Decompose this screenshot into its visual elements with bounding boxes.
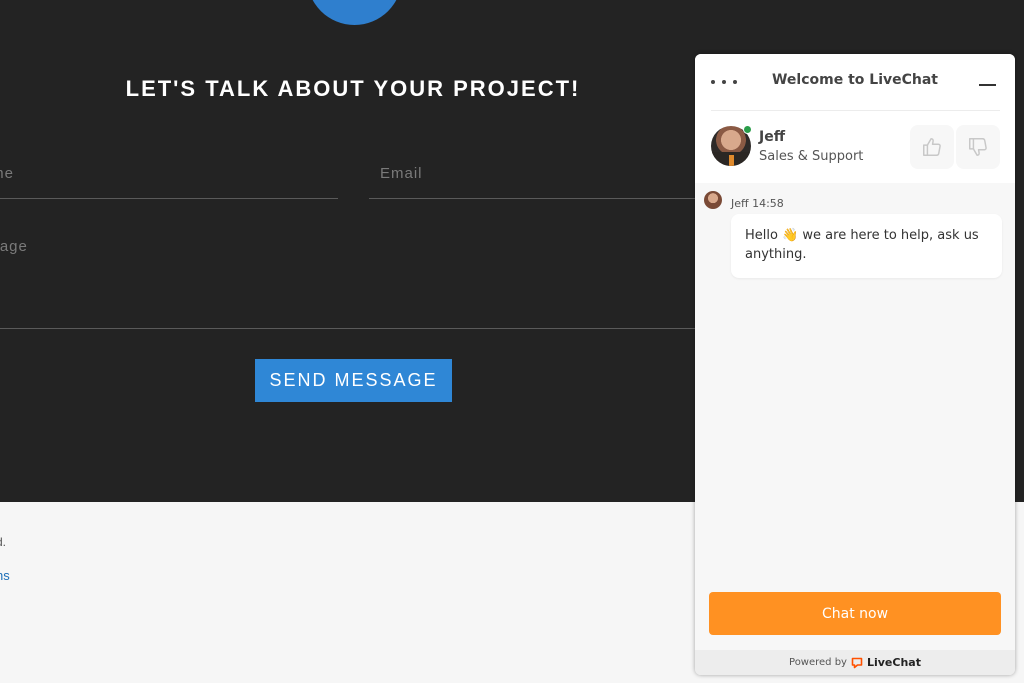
chat-now-button[interactable]: Chat now: [709, 592, 1001, 635]
online-status-dot: [743, 125, 752, 134]
powered-by-text: Powered by: [789, 657, 847, 668]
message-bubble: Hello 👋 we are here to help, ask us anyt…: [731, 214, 1002, 278]
minimize-icon[interactable]: [977, 76, 999, 92]
send-message-button[interactable]: SEND MESSAGE: [255, 359, 452, 402]
footer-link[interactable]: ns: [0, 568, 10, 583]
livechat-logo-icon: [851, 657, 863, 668]
email-input[interactable]: [369, 158, 709, 199]
livechat-widget: Welcome to LiveChat Jeff Sales & Support…: [695, 54, 1015, 675]
powered-by-footer[interactable]: Powered by LiveChat: [695, 650, 1015, 675]
message-meta: Jeff 14:58: [731, 197, 784, 210]
thumbs-down-icon: [969, 138, 987, 156]
decorative-circle: [307, 0, 402, 25]
rate-good-button[interactable]: [910, 125, 954, 169]
rate-bad-button[interactable]: [956, 125, 1000, 169]
thumbs-up-icon: [923, 138, 941, 156]
agent-role: Sales & Support: [759, 149, 864, 164]
footer-text: d.: [0, 535, 7, 549]
message-textarea[interactable]: [0, 232, 710, 329]
agent-name: Jeff: [759, 129, 786, 145]
chat-title: Welcome to LiveChat: [771, 72, 939, 88]
header-divider: [711, 110, 1000, 111]
chat-header: Welcome to LiveChat Jeff Sales & Support: [695, 54, 1015, 183]
livechat-brand: LiveChat: [866, 656, 921, 669]
message-author-avatar: [704, 191, 722, 209]
name-input[interactable]: [0, 158, 338, 199]
contact-title: LET'S TALK ABOUT YOUR PROJECT!: [125, 76, 581, 101]
